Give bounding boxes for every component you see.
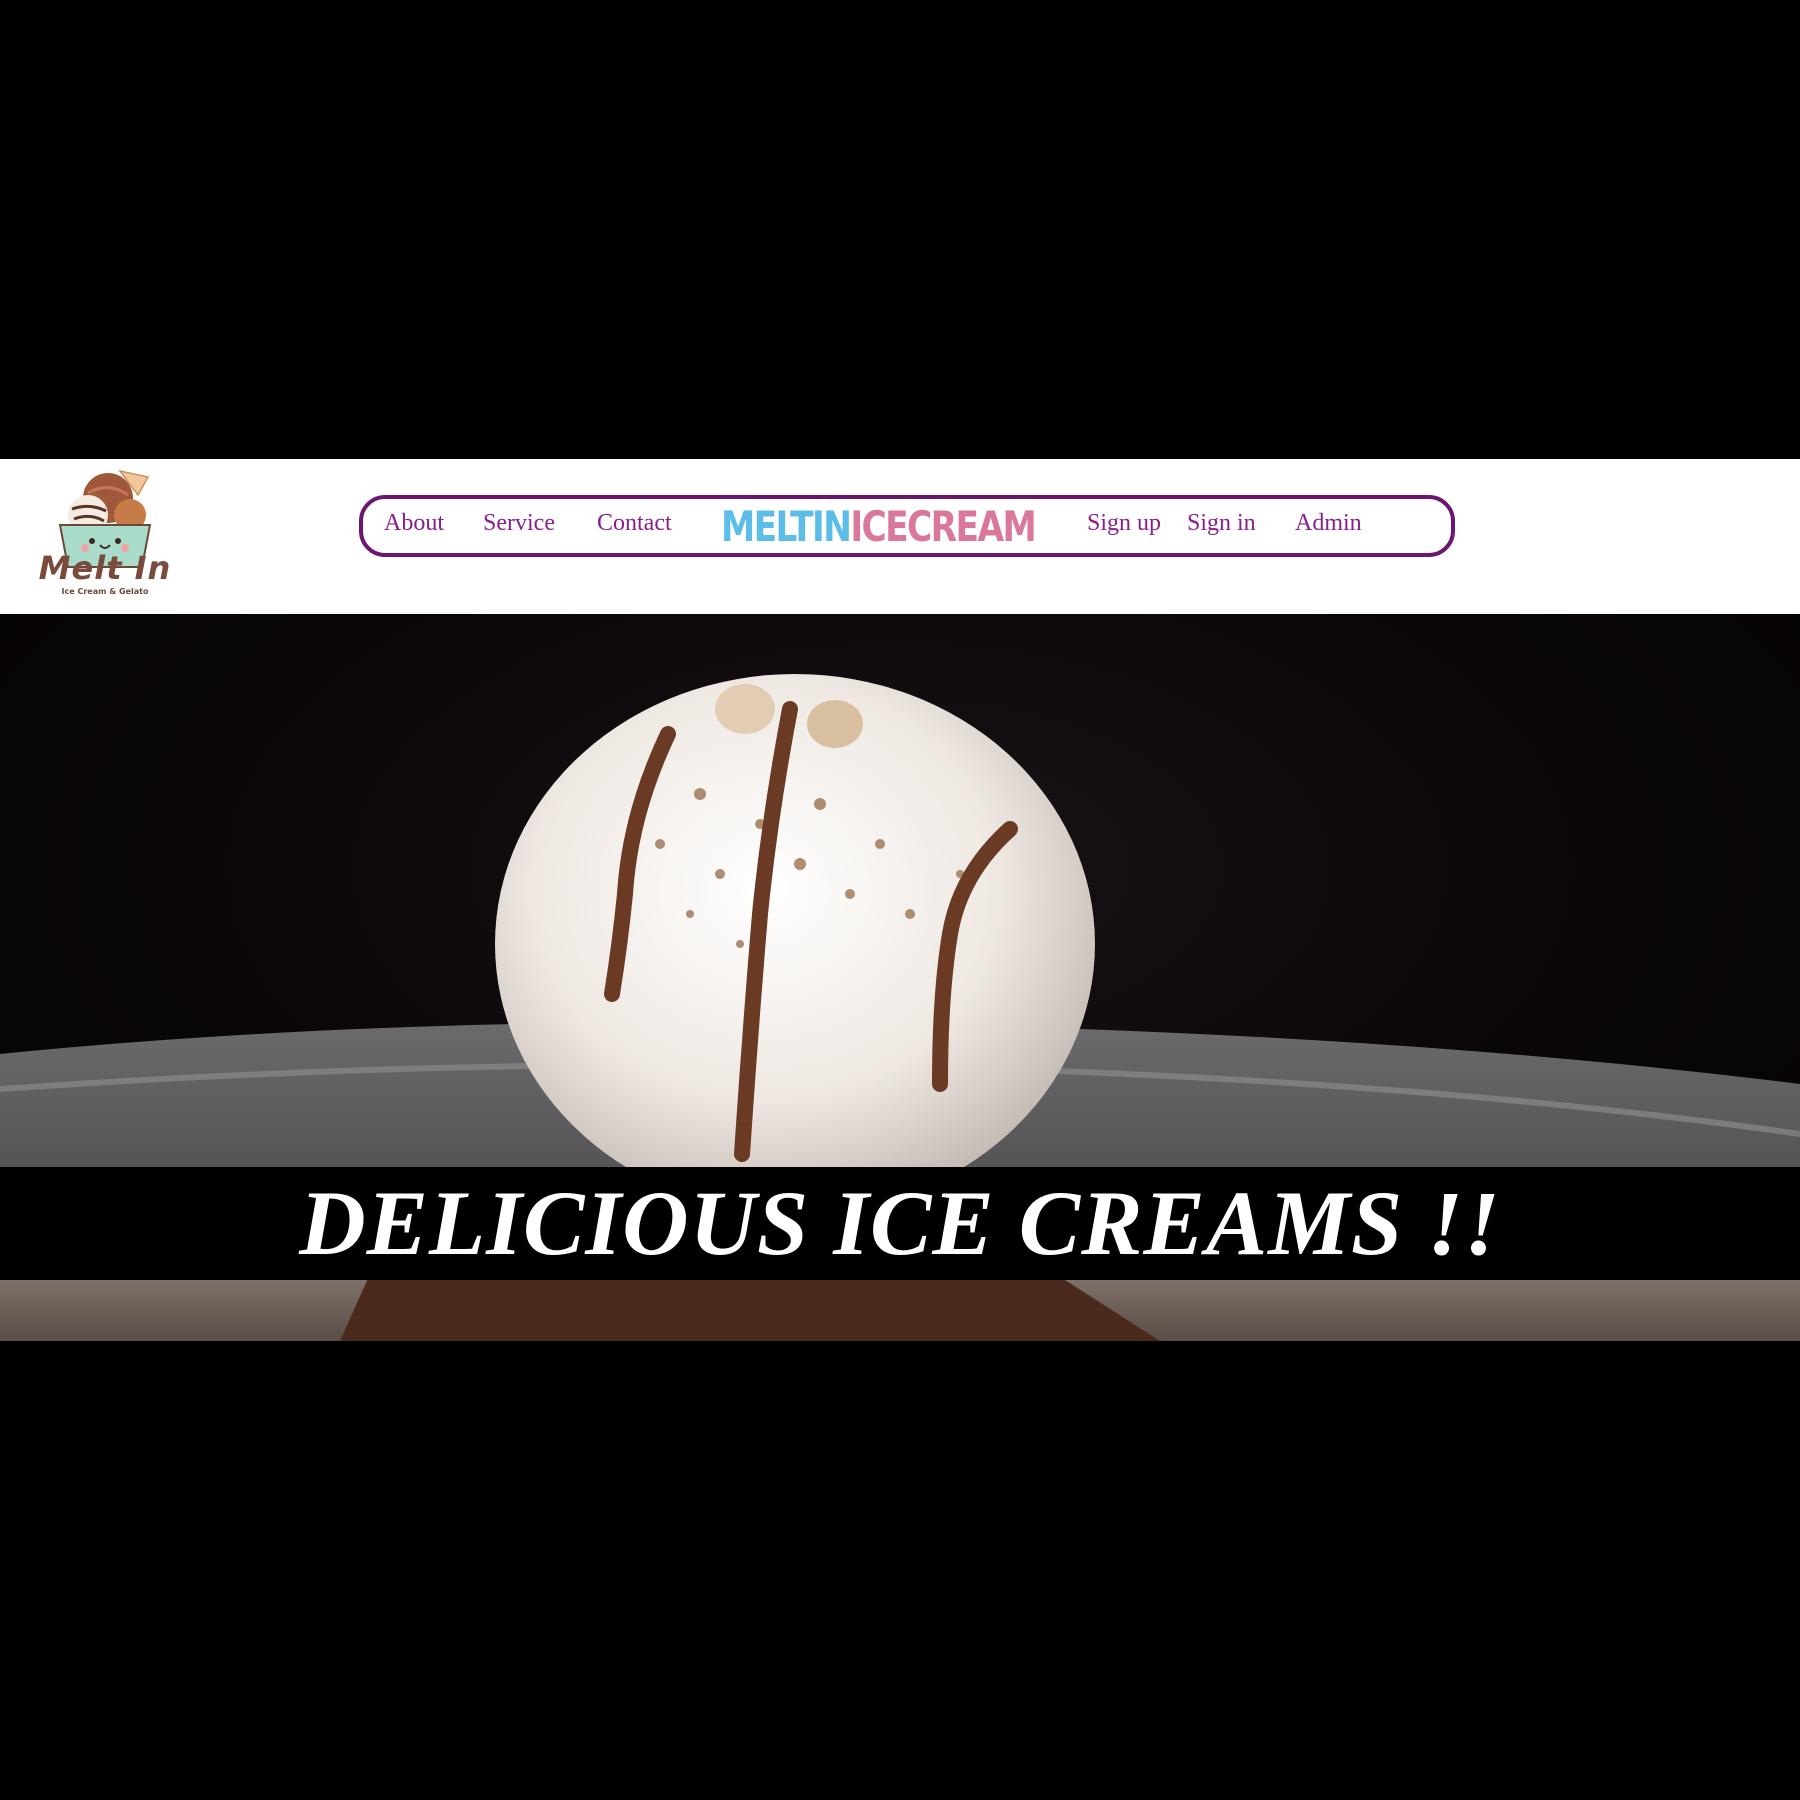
nav-signin-link[interactable]: Sign in xyxy=(1187,510,1256,537)
nav-contact-link[interactable]: Contact xyxy=(597,510,672,537)
brand-part-meltin: MELTIN xyxy=(721,502,852,551)
nav-service-link[interactable]: Service xyxy=(483,510,555,537)
hero-banner: DELICIOUS ICE CREAMS !! xyxy=(0,1167,1800,1280)
site-header: Melt In Ice Cream & Gelato About Service… xyxy=(0,459,1800,614)
nav-admin-link[interactable]: Admin xyxy=(1295,510,1362,537)
site-logo[interactable]: Melt In Ice Cream & Gelato xyxy=(30,463,180,611)
logo-tagline: Ice Cream & Gelato xyxy=(61,587,149,596)
logo-wordmark: Melt In xyxy=(38,549,172,587)
hero-section: DELICIOUS ICE CREAMS !! xyxy=(0,614,1800,1341)
main-nav: About Service Contact MELTINICECREAM Sig… xyxy=(359,495,1455,557)
website: Melt In Ice Cream & Gelato About Service… xyxy=(0,459,1800,1341)
hero-headline: DELICIOUS ICE CREAMS !! xyxy=(299,1172,1501,1274)
nav-signup-link[interactable]: Sign up xyxy=(1087,510,1161,537)
brand-wordmark[interactable]: MELTINICECREAM xyxy=(721,502,1037,551)
brand-part-icecream: ICECREAM xyxy=(850,502,1036,551)
nav-about-link[interactable]: About xyxy=(384,510,444,537)
